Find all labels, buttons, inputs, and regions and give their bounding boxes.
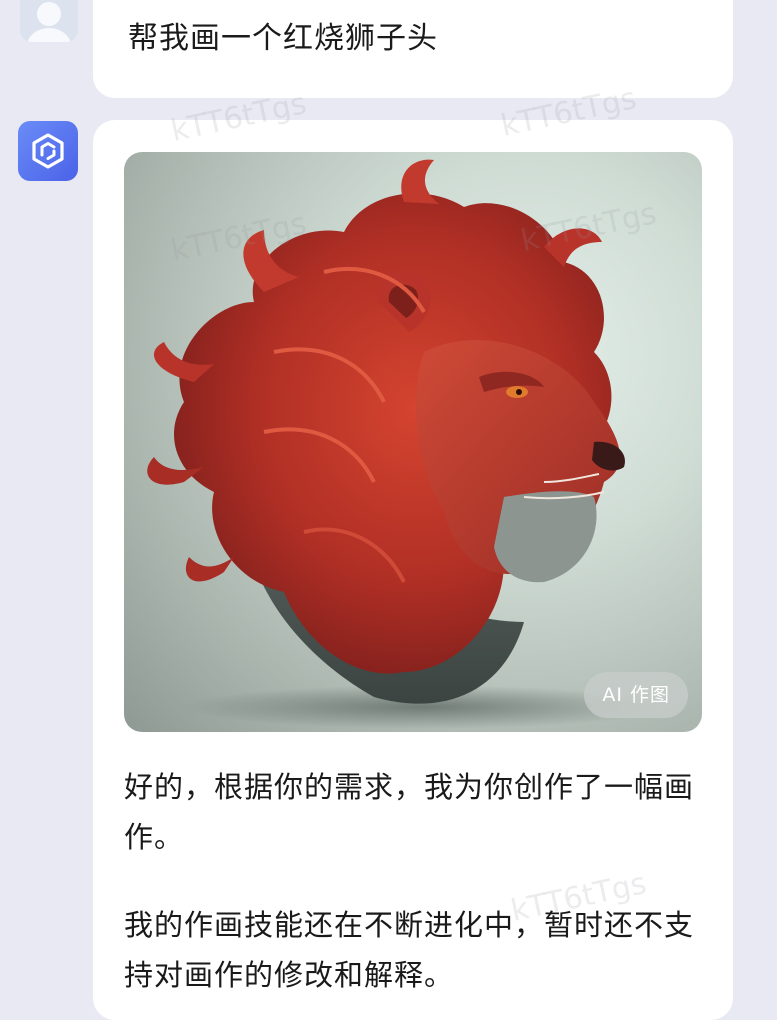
user-message-bubble: 帮我画一个红烧狮子头 <box>93 0 733 98</box>
user-avatar-icon <box>20 0 78 42</box>
reply-paragraph: 我的作画技能还在不断进化中，暂时还不支持对画作的修改和解释。 <box>124 908 695 992</box>
user-message-text: 帮我画一个红烧狮子头 <box>128 21 438 56</box>
ai-generated-badge: AI 作图 <box>584 672 688 718</box>
bot-avatar[interactable] <box>18 121 78 181</box>
bot-message-bubble: AI 作图 好的，根据你的需求，我为你创作了一幅画作。 我的作画技能还在不断进化… <box>93 120 733 1020</box>
reply-paragraph: 好的，根据你的需求，我为你创作了一幅画作。 <box>124 770 695 854</box>
lion-head-illustration <box>147 159 664 729</box>
user-avatar[interactable] <box>20 0 78 42</box>
generated-image[interactable]: AI 作图 <box>124 152 702 732</box>
hexagon-logo-icon <box>32 133 64 169</box>
